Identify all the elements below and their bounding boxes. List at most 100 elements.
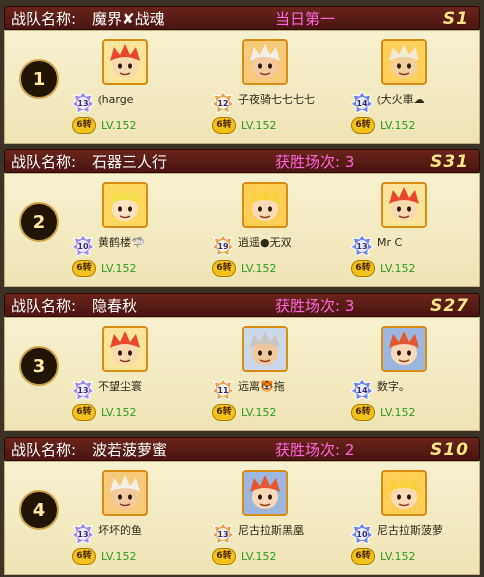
team-member[interactable]: 11 远离🐯拖 6转 LV.152 (211, 318, 361, 430)
team-member[interactable]: 19 逍遥●无双 6转 LV.152 (211, 174, 361, 286)
svg-text:13: 13 (77, 386, 88, 395)
player-level: LV.152 (241, 119, 277, 132)
rebirth-badge: 6转 (212, 548, 236, 565)
team-name: 石器三人行 (92, 153, 168, 171)
player-avatar[interactable] (102, 470, 148, 516)
player-name: 逍遥●无双 (238, 236, 292, 249)
team-member[interactable]: 14 数字。 6转 LV.152 (350, 318, 484, 430)
player-avatar[interactable] (102, 39, 148, 85)
rank-tier-icon: 13 (71, 91, 95, 115)
team-stat: 获胜场次: 3 (275, 153, 355, 171)
team-member[interactable]: 14 ⦅大火車☁ 6转 LV.152 (350, 31, 484, 143)
team-header: 战队名称: 石器三人行 获胜场次: 3 S31 (4, 149, 480, 173)
team-member[interactable]: 13 尼古拉斯黑凰 6转 LV.152 (211, 462, 361, 574)
team-member[interactable]: 12 子夜骑七七七七 6转 LV.152 (211, 31, 361, 143)
team-name-label: 战队名称: (11, 297, 77, 315)
player-avatar[interactable] (381, 182, 427, 228)
team-card[interactable]: 战队名称: 波若菠萝蜜 获胜场次: 2 S10 4 13 坏坏的鱼 6转 LV.152 13 尼古拉… (4, 437, 480, 577)
team-stat: 获胜场次: 3 (275, 297, 355, 315)
team-stat: 获胜场次: 2 (275, 441, 355, 459)
rank-badge: 1 (19, 59, 59, 99)
player-name: ⦅大火車☁ (377, 93, 425, 106)
player-level: LV.152 (101, 406, 137, 419)
player-avatar[interactable] (242, 470, 288, 516)
team-name: 波若菠萝蜜 (92, 441, 168, 459)
player-avatar[interactable] (242, 39, 288, 85)
team-member[interactable]: 10 黄鹤楼🦈 6转 LV.152 (71, 174, 221, 286)
team-member[interactable]: 13 坏坏的鱼 6转 LV.152 (71, 462, 221, 574)
player-level: LV.152 (101, 119, 137, 132)
rank-tier-icon: 12 (211, 91, 235, 115)
rebirth-badge: 6转 (72, 260, 96, 277)
player-avatar[interactable] (381, 470, 427, 516)
rank-tier-icon: 11 (211, 378, 235, 402)
player-avatar[interactable] (102, 182, 148, 228)
svg-text:19: 19 (217, 242, 229, 251)
svg-text:11: 11 (217, 386, 229, 395)
player-level: LV.152 (101, 262, 137, 275)
rank-badge: 3 (19, 346, 59, 386)
svg-text:14: 14 (356, 99, 368, 108)
team-card[interactable]: 战队名称: 隐春秋 获胜场次: 3 S27 3 13 不望尘寰 6转 LV.152 11 远离🐯拖 6… (4, 293, 480, 433)
player-name: 黄鹤楼🦈 (98, 236, 145, 249)
player-avatar[interactable] (381, 326, 427, 372)
svg-text:13: 13 (356, 242, 367, 251)
ranking-board: 战队名称: 魔界✘战魂 当日第一 S1 1 13 ⦅harge 6转 LV.152 12 子夜骑七七… (0, 0, 484, 575)
team-header: 战队名称: 隐春秋 获胜场次: 3 S27 (4, 293, 480, 317)
player-name: ⦅harge (98, 93, 134, 106)
rank-tier-icon: 14 (350, 91, 374, 115)
rank-tier-icon: 13 (71, 378, 95, 402)
player-name: 不望尘寰 (98, 380, 142, 393)
team-body: 1 13 ⦅harge 6转 LV.152 12 子夜骑七七七七 6转 LV.152 14 ⦅大火車… (4, 30, 480, 144)
rebirth-badge: 6转 (212, 404, 236, 421)
player-avatar[interactable] (242, 182, 288, 228)
player-name: 尼古拉斯菠萝 (377, 524, 443, 537)
rank-badge: 4 (19, 490, 59, 530)
player-avatar[interactable] (381, 39, 427, 85)
team-name: 隐春秋 (92, 297, 138, 315)
team-name-label: 战队名称: (11, 10, 77, 28)
server-tag: S31 (430, 152, 469, 172)
player-avatar[interactable] (102, 326, 148, 372)
svg-text:12: 12 (217, 99, 228, 108)
rebirth-badge: 6转 (212, 260, 236, 277)
player-name: Mr C (377, 236, 403, 249)
rank-tier-icon: 10 (350, 522, 374, 546)
team-name-label: 战队名称: (11, 153, 77, 171)
rebirth-badge: 6转 (351, 260, 375, 277)
rank-tier-icon: 13 (211, 522, 235, 546)
rank-tier-icon: 19 (211, 234, 235, 258)
player-level: LV.152 (380, 262, 416, 275)
svg-text:10: 10 (77, 242, 89, 251)
team-body: 2 10 黄鹤楼🦈 6转 LV.152 19 逍遥●无双 6转 LV.152 13 Mr C 6转 LV… (4, 173, 480, 287)
team-member[interactable]: 10 尼古拉斯菠萝 6转 LV.152 (350, 462, 484, 574)
rank-tier-icon: 13 (350, 234, 374, 258)
player-name: 远离🐯拖 (238, 380, 285, 393)
rank-badge: 2 (19, 202, 59, 242)
rebirth-badge: 6转 (351, 548, 375, 565)
svg-text:14: 14 (356, 386, 368, 395)
player-level: LV.152 (380, 406, 416, 419)
player-level: LV.152 (101, 550, 137, 563)
team-member[interactable]: 13 不望尘寰 6转 LV.152 (71, 318, 221, 430)
team-member[interactable]: 13 Mr C 6转 LV.152 (350, 174, 484, 286)
svg-text:13: 13 (77, 99, 88, 108)
rank-tier-icon: 10 (71, 234, 95, 258)
rebirth-badge: 6转 (351, 117, 375, 134)
player-name: 数字。 (377, 380, 410, 393)
rank-tier-icon: 14 (350, 378, 374, 402)
team-member[interactable]: 13 ⦅harge 6转 LV.152 (71, 31, 221, 143)
team-card[interactable]: 战队名称: 魔界✘战魂 当日第一 S1 1 13 ⦅harge 6转 LV.152 12 子夜骑七七… (4, 6, 480, 146)
rebirth-badge: 6转 (351, 404, 375, 421)
svg-text:10: 10 (356, 530, 368, 539)
team-name-label: 战队名称: (11, 441, 77, 459)
player-level: LV.152 (380, 550, 416, 563)
player-avatar[interactable] (242, 326, 288, 372)
rebirth-badge: 6转 (72, 117, 96, 134)
team-body: 3 13 不望尘寰 6转 LV.152 11 远离🐯拖 6转 LV.152 14 数字。 6转 LV.1… (4, 317, 480, 431)
svg-text:13: 13 (217, 530, 228, 539)
team-card[interactable]: 战队名称: 石器三人行 获胜场次: 3 S31 2 10 黄鹤楼🦈 6转 LV.152 19 逍遥●… (4, 149, 480, 289)
rebirth-badge: 6转 (212, 117, 236, 134)
svg-text:13: 13 (77, 530, 88, 539)
team-header: 战队名称: 波若菠萝蜜 获胜场次: 2 S10 (4, 437, 480, 461)
